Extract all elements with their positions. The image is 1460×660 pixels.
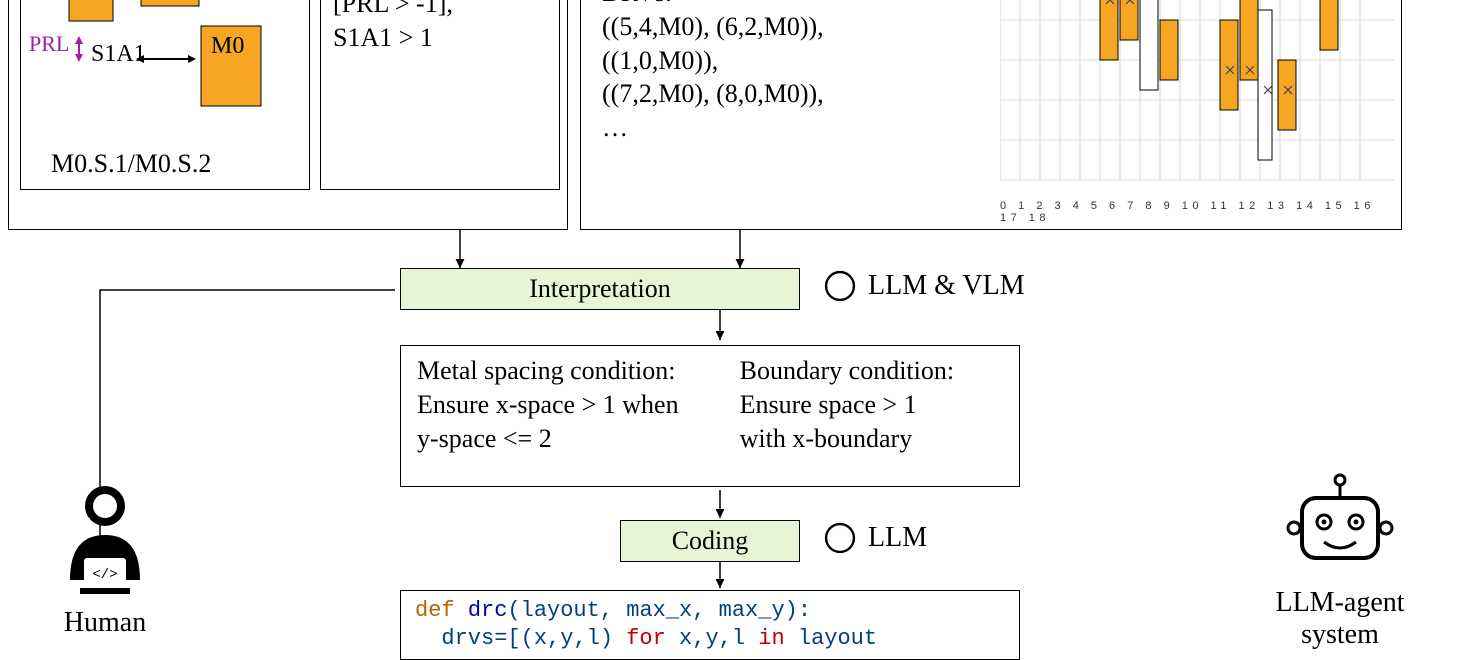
human-block: </> Human: [30, 480, 180, 639]
svg-text:</>: </>: [92, 567, 117, 583]
rule-line2: S1A1 > 1: [333, 21, 547, 55]
drv-l2: ((1,0,M0)),: [602, 44, 987, 78]
interpretation-label: Interpretation: [529, 274, 671, 303]
agent-sys-label-a: LLM-agent: [1250, 587, 1430, 619]
cond-right-title: Boundary condition:: [740, 354, 1003, 388]
interp-agent-row: LLM & VLM: [820, 266, 1025, 306]
coding-agent-row: LLM: [820, 518, 927, 558]
coding-agent-label: LLM: [868, 522, 927, 554]
cond-left: Metal spacing condition: Ensure x-space …: [417, 354, 710, 478]
openai-icon: [820, 518, 860, 558]
layout-sketch-box: PRL S1A1 M0 M0.S.1/M0.S.2: [20, 0, 310, 190]
human-icon: </>: [50, 480, 160, 600]
drv-heading: DRVs:: [602, 0, 987, 10]
interp-agent-label: LLM & VLM: [868, 270, 1025, 302]
m0-label: M0: [211, 33, 244, 60]
code-line-1: def drc(layout, max_x, max_y):: [415, 597, 1005, 625]
code-line-2: drvs=[(x,y,l) for x,y,l in layout: [415, 625, 1005, 653]
agent-sys-block: LLM-agent system: [1250, 470, 1430, 651]
prl-label: PRL: [29, 31, 69, 57]
layout-chart: 1 2 3 4: [1000, 0, 1395, 220]
drv-l1: ((5,4,M0), (6,2,M0)),: [602, 10, 987, 44]
robot-icon: [1280, 470, 1400, 580]
coding-label: Coding: [672, 526, 749, 555]
openai-icon: [820, 266, 860, 306]
rule-box: [PRL > -1], S1A1 > 1: [320, 0, 560, 190]
conditions-box: Metal spacing condition: Ensure x-space …: [400, 345, 1020, 487]
coding-label-box: Coding: [620, 520, 800, 562]
chart-x-axis: 0 1 2 3 4 5 6 7 8 9 10 11 12 13 14 15 16…: [1000, 200, 1395, 224]
agent-sys-label-b: system: [1250, 619, 1430, 651]
interpretation-label-box: Interpretation: [400, 268, 800, 310]
cond-left-l2: y-space <= 2: [417, 422, 710, 456]
cond-right: Boundary condition: Ensure space > 1 wit…: [740, 354, 1003, 478]
cond-right-l1: Ensure space > 1: [740, 388, 1003, 422]
drv-l3: ((7,2,M0), (8,0,M0)),: [602, 77, 987, 111]
human-label: Human: [30, 607, 180, 639]
layout-sketch-caption: M0.S.1/M0.S.2: [51, 149, 211, 179]
cond-left-title: Metal spacing condition:: [417, 354, 710, 388]
cond-left-l1: Ensure x-space > 1 when: [417, 388, 710, 422]
drv-box: DRVs: ((5,4,M0), (6,2,M0)), ((1,0,M0)), …: [592, 0, 997, 220]
rule-line1: [PRL > -1],: [333, 0, 547, 21]
drv-l4: …: [602, 111, 987, 145]
code-box: def drc(layout, max_x, max_y): drvs=[(x,…: [400, 590, 1020, 660]
s1a1-label: S1A1: [91, 41, 146, 68]
cond-right-l2: with x-boundary: [740, 422, 1003, 456]
